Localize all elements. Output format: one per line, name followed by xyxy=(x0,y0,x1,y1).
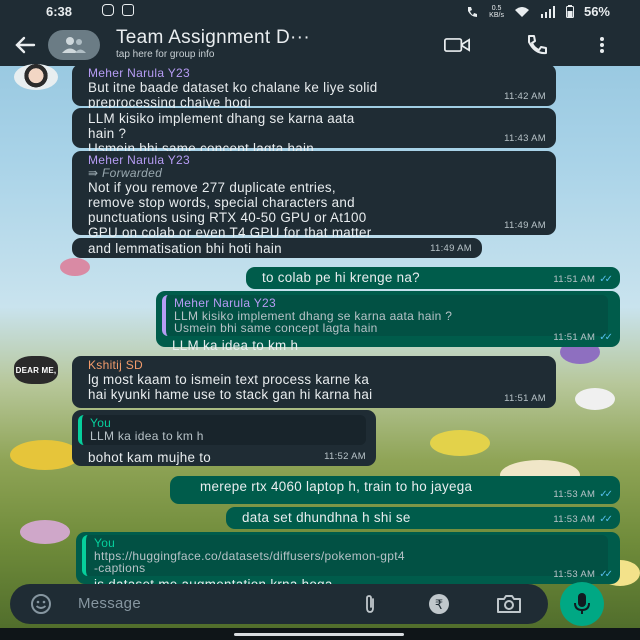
message-text-line: punctuations using RTX 40-50 GPU or At10… xyxy=(88,210,367,225)
group-subtitle[interactable]: tap here for group info xyxy=(116,49,214,60)
message-text-line: LLM ka idea to km h xyxy=(172,338,299,353)
wallpaper-flower xyxy=(10,440,80,470)
message-text-line: hai kyunki hame use to stack gan hi karn… xyxy=(88,387,373,402)
message-bubble[interactable]: You https://huggingface.co/datasets/diff… xyxy=(76,532,620,592)
wallpaper-flower xyxy=(20,520,70,544)
double-tick-icon: ✓✓ xyxy=(599,489,613,500)
message-bubble[interactable]: merepe rtx 4060 laptop h, train to ho ja… xyxy=(170,476,620,504)
message-input[interactable]: Message xyxy=(78,595,141,612)
battery-percent: 56% xyxy=(583,4,610,19)
message-text-line: merepe rtx 4060 laptop h, train to ho ja… xyxy=(200,479,473,494)
double-tick-icon: ✓✓ xyxy=(599,332,613,343)
message-time-text: 11:53 AM xyxy=(553,569,596,580)
message-time: 11:42 AM xyxy=(504,91,546,102)
message-text-line: hain ? xyxy=(88,126,127,141)
message-bubble[interactable]: LLM kisiko implement dhang se karna aata… xyxy=(72,108,556,156)
wifi-icon xyxy=(514,6,529,17)
call-forward-icon xyxy=(468,6,478,17)
system-nav-bar xyxy=(0,628,640,640)
home-gesture-handle[interactable] xyxy=(234,633,404,636)
double-tick-icon: ✓✓ xyxy=(599,514,613,525)
message-time: 11:53 AM ✓✓ xyxy=(553,512,613,527)
message-time-text: 11:53 AM xyxy=(553,514,596,525)
message-time: 11:49 AM xyxy=(504,220,546,231)
message-bubble[interactable]: Meher Narula Y23 But itne baade dataset … xyxy=(72,64,556,110)
message-time: 11:43 AM xyxy=(504,133,546,144)
wallpaper-flower xyxy=(60,258,90,276)
net-speed-unit: KB/s xyxy=(489,11,504,19)
message-time: 11:53 AM ✓✓ xyxy=(553,567,613,582)
attach-icon[interactable] xyxy=(360,594,380,614)
forward-icon: ⇛ xyxy=(88,166,99,180)
rupee-icon[interactable]: ₹ xyxy=(428,593,450,615)
message-text-line: But itne baade dataset ko chalane ke liy… xyxy=(88,80,378,95)
battery-icon xyxy=(565,5,574,18)
back-arrow-icon[interactable] xyxy=(12,32,40,58)
message-time-text: 11:51 AM xyxy=(553,274,596,285)
group-avatar[interactable] xyxy=(48,30,100,60)
message-text-line: remove stop words, special characters an… xyxy=(88,195,355,210)
double-tick-icon: ✓✓ xyxy=(599,274,613,285)
phone-icon[interactable] xyxy=(524,34,550,56)
net-speed-value: 0.5 xyxy=(491,4,502,12)
svg-text:₹: ₹ xyxy=(435,598,443,613)
message-time: 11:51 AM ✓✓ xyxy=(553,272,613,287)
sender-avatar-meher[interactable] xyxy=(14,64,58,90)
status-right-icons: 0.5 KB/s 56% xyxy=(465,4,610,19)
net-speed: 0.5 KB/s xyxy=(489,5,504,19)
double-tick-icon: ✓✓ xyxy=(599,569,613,580)
message-time-text: 11:51 AM xyxy=(553,332,596,343)
video-call-icon[interactable] xyxy=(444,34,470,56)
message-text-line: and lemmatisation bhi hoti hain xyxy=(88,241,282,256)
quoted-message[interactable]: You https://huggingface.co/datasets/diff… xyxy=(82,535,608,576)
message-text-line: bohot kam mujhe to xyxy=(88,450,212,465)
message-time: 11:52 AM xyxy=(324,451,366,462)
message-bubble[interactable]: Meher Narula Y23 LLM kisiko implement dh… xyxy=(156,291,620,353)
quoted-text-line: LLM ka idea to km h xyxy=(90,429,204,443)
quoted-text-line: Usmein bhi same concept lagta hain xyxy=(174,321,378,335)
signal-icon xyxy=(540,5,555,18)
message-input-bar[interactable]: Message ₹ xyxy=(10,584,548,624)
wallpaper-flower xyxy=(575,388,615,410)
message-time: 11:53 AM ✓✓ xyxy=(553,487,613,502)
instagram-icon xyxy=(102,4,114,16)
message-bubble[interactable]: to colab pe hi krenge na? 11:51 AM ✓✓ xyxy=(246,267,620,289)
message-bubble[interactable]: and lemmatisation bhi hoti hain 11:49 AM xyxy=(72,238,482,258)
group-title[interactable]: Team Assignment D··· xyxy=(116,27,310,49)
message-time-text: 11:53 AM xyxy=(553,489,596,500)
chat-header[interactable]: Team Assignment D··· tap here for group … xyxy=(0,24,640,66)
gallery-icon xyxy=(122,4,134,16)
mic-icon xyxy=(574,593,590,614)
message-time: 11:51 AM xyxy=(504,393,546,404)
message-sender[interactable]: Kshitij SD xyxy=(88,359,544,372)
status-notification-icons xyxy=(102,4,134,16)
quoted-message[interactable]: You LLM ka idea to km h xyxy=(78,415,366,445)
message-bubble[interactable]: Kshitij SD lg most kaam to ismein text p… xyxy=(72,356,556,408)
group-icon xyxy=(62,37,86,53)
forwarded-text: Forwarded xyxy=(102,166,163,180)
status-bar: 6:38 0.5 KB/s 56% xyxy=(0,0,640,24)
message-text-line: Not if you remove 277 duplicate entries, xyxy=(88,180,336,195)
quoted-message[interactable]: Meher Narula Y23 LLM kisiko implement dh… xyxy=(162,295,608,336)
status-time: 6:38 xyxy=(46,4,73,19)
message-bubble[interactable]: You LLM ka idea to km h bohot kam mujhe … xyxy=(72,410,376,466)
message-sender[interactable]: Meher Narula Y23 xyxy=(88,67,544,80)
quoted-text-line: https://huggingface.co/datasets/diffuser… xyxy=(94,549,405,563)
forwarded-label: ⇛ Forwarded xyxy=(88,167,544,180)
emoji-icon[interactable] xyxy=(30,593,52,615)
sender-avatar-kshitij[interactable]: DEAR ME, xyxy=(14,356,58,384)
more-vert-icon[interactable] xyxy=(592,34,612,56)
camera-icon[interactable] xyxy=(496,593,522,615)
message-time: 11:49 AM xyxy=(430,243,472,254)
message-time: 11:51 AM ✓✓ xyxy=(553,330,613,345)
avatar-caption: DEAR ME, xyxy=(15,365,57,375)
message-bubble[interactable]: data set dhundhna h shi se 11:53 AM ✓✓ xyxy=(226,507,620,529)
message-text-line: lg most kaam to ismein text process karn… xyxy=(88,372,370,387)
mic-button[interactable] xyxy=(560,582,604,626)
message-text-line: LLM kisiko implement dhang se karna aata xyxy=(88,111,355,126)
message-bubble[interactable]: Meher Narula Y23 ⇛ Forwarded Not if you … xyxy=(72,151,556,240)
quoted-text-line: -captions xyxy=(94,561,146,575)
wallpaper-flower xyxy=(430,430,490,456)
